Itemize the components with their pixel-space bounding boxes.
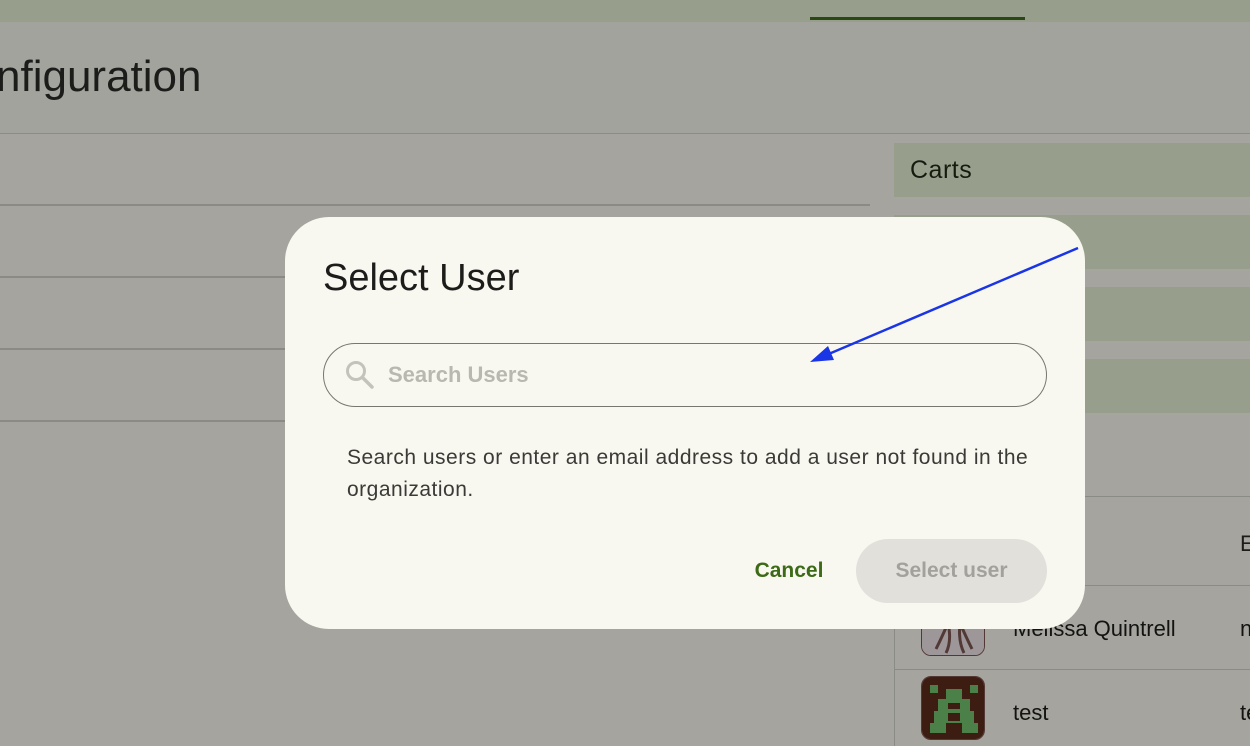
search-field[interactable]	[323, 343, 1047, 407]
select-user-dialog: Select User Search users or enter an ema…	[285, 217, 1085, 629]
helper-text: Search users or enter an email address t…	[347, 446, 1029, 501]
cancel-button[interactable]: Cancel	[741, 539, 837, 603]
select-user-button[interactable]: Select user	[856, 539, 1047, 603]
search-input[interactable]	[388, 352, 1028, 398]
dialog-title: Select User	[323, 257, 520, 299]
search-icon	[344, 359, 376, 391]
